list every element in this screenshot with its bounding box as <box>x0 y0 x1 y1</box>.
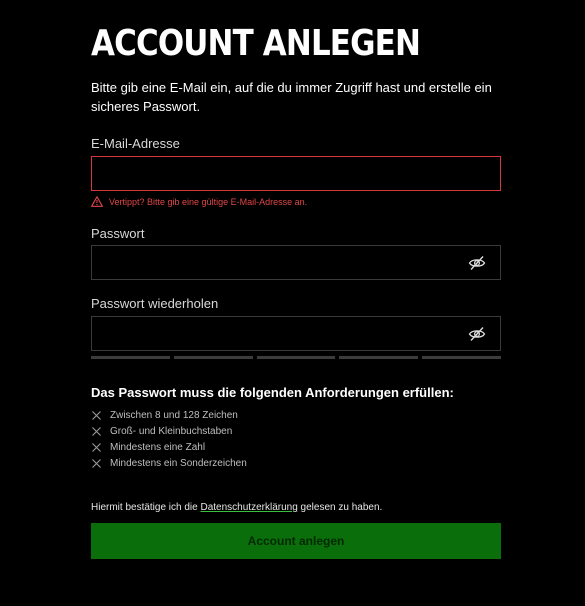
requirement-text: Mindestens ein Sonderzeichen <box>110 457 247 469</box>
email-error: Vertippt? Bitte gib eine gültige E-Mail-… <box>91 196 307 207</box>
page-title: ACCOUNT ANLEGEN <box>91 23 421 64</box>
password-strength-meter <box>91 356 501 359</box>
eye-slash-icon[interactable] <box>468 255 486 271</box>
email-label: E-Mail-Adresse <box>91 136 180 151</box>
requirement-text: Mindestens eine Zahl <box>110 441 206 453</box>
create-account-button[interactable]: Account anlegen <box>91 523 501 559</box>
eye-slash-icon[interactable] <box>468 326 486 342</box>
requirements-title: Das Passwort muss die folgenden Anforder… <box>91 385 454 400</box>
requirement-item: Mindestens eine Zahl <box>91 439 247 455</box>
password-repeat-input[interactable] <box>92 317 500 350</box>
email-input[interactable] <box>92 157 500 190</box>
requirement-text: Groß- und Kleinbuchstaben <box>110 425 233 437</box>
email-error-text: Vertippt? Bitte gib eine gültige E-Mail-… <box>109 196 308 207</box>
consent-prefix: Hiermit bestätige ich die <box>91 502 201 513</box>
strength-segment <box>422 356 501 359</box>
requirement-item: Zwischen 8 und 128 Zeichen <box>91 407 247 423</box>
requirement-text: Zwischen 8 und 128 Zeichen <box>110 409 238 421</box>
password-input[interactable] <box>92 246 500 279</box>
password-repeat-field-wrapper <box>91 316 501 351</box>
x-icon <box>92 426 101 436</box>
email-field-wrapper <box>91 156 501 191</box>
intro-text: Bitte gib eine E-Mail ein, auf die du im… <box>91 80 492 114</box>
x-icon <box>92 458 101 468</box>
password-repeat-label: Passwort wiederholen <box>91 296 219 311</box>
warning-triangle-icon <box>91 196 103 207</box>
privacy-consent-text: Hiermit bestätige ich die Datenschutzerk… <box>91 502 382 513</box>
requirements-list: Zwischen 8 und 128 Zeichen Groß- und Kle… <box>91 407 247 471</box>
privacy-policy-link[interactable]: Datenschutzerklärung <box>201 502 298 513</box>
consent-suffix: gelesen zu haben. <box>297 502 383 513</box>
strength-segment <box>173 356 253 359</box>
x-icon <box>92 442 101 452</box>
password-label: Passwort <box>91 226 145 241</box>
strength-segment <box>339 356 419 359</box>
password-field-wrapper <box>91 245 501 280</box>
requirement-item: Groß- und Kleinbuchstaben <box>91 423 247 439</box>
strength-segment <box>256 356 336 359</box>
requirement-item: Mindestens ein Sonderzeichen <box>91 455 247 471</box>
strength-segment <box>91 356 170 359</box>
x-icon <box>92 410 101 420</box>
